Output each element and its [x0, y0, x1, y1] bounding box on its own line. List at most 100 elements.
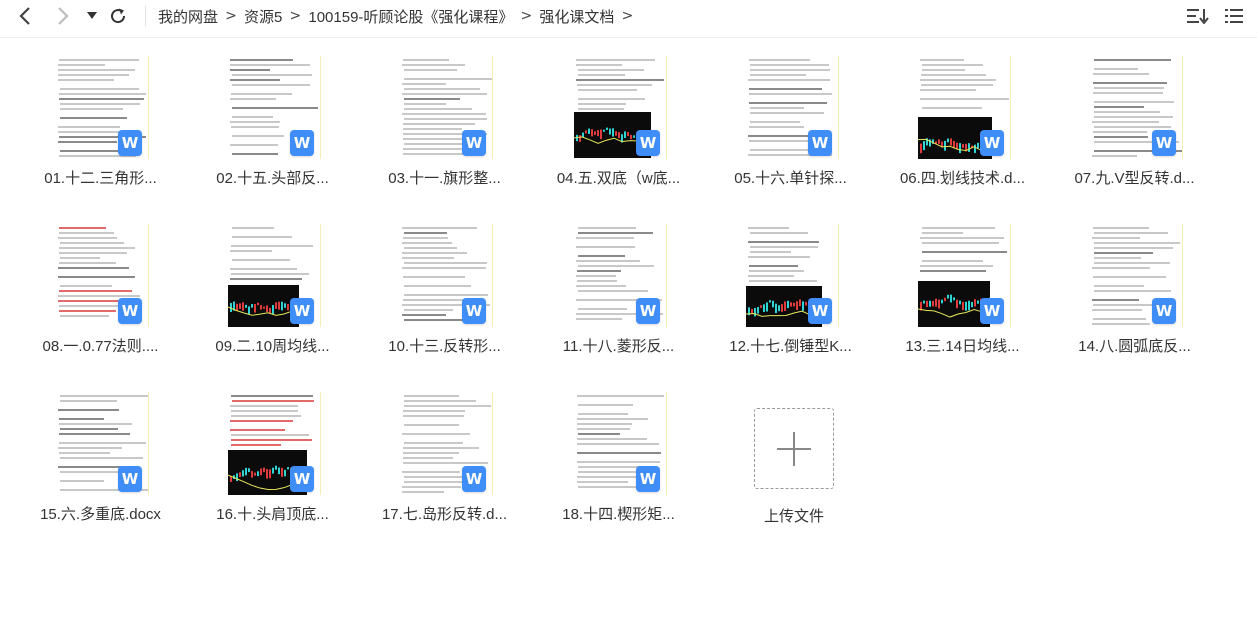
document-text-line	[749, 93, 832, 95]
document-text-line	[58, 295, 140, 297]
document-text-line	[750, 112, 824, 114]
sort-button[interactable]	[1186, 5, 1210, 27]
document-text-line	[576, 237, 634, 239]
document-text-line	[577, 270, 621, 272]
history-dropdown-button[interactable]	[80, 4, 104, 28]
file-item[interactable]: W 15.六.多重底.docx	[18, 392, 183, 552]
document-text-line	[578, 486, 639, 488]
back-button[interactable]	[13, 4, 37, 28]
file-item[interactable]: W 11.十八.菱形反...	[536, 224, 701, 384]
file-name: 02.十五.头部反...	[216, 170, 329, 187]
word-doc-icon: W	[980, 130, 1004, 156]
document-text-line	[750, 232, 808, 234]
document-text-line	[576, 285, 626, 287]
file-item[interactable]: W 18.十四.楔形矩...	[536, 392, 701, 552]
file-name: 13.三.14日均线...	[905, 338, 1020, 355]
document-text-line	[230, 144, 278, 146]
file-name: 03.十一.旗形整...	[388, 170, 501, 187]
file-item[interactable]: W 08.一.0.77法则....	[18, 224, 183, 384]
document-text-line	[58, 74, 129, 76]
file-item[interactable]: W 06.四.划线技术.d...	[880, 56, 1045, 216]
document-text-line	[578, 413, 628, 415]
page-edge-line	[320, 392, 321, 495]
file-name: 01.十二.三角形...	[44, 170, 157, 187]
document-text-line	[58, 69, 135, 71]
document-text-line	[232, 107, 318, 109]
document-text-line	[576, 59, 655, 61]
file-item[interactable]: W 10.十三.反转形...	[362, 224, 527, 384]
document-text-line	[404, 285, 471, 287]
document-text-line	[403, 59, 449, 61]
document-text-line	[60, 88, 139, 90]
document-text-line	[404, 247, 457, 249]
word-doc-icon: W	[808, 130, 832, 156]
view-mode-button[interactable]	[1222, 5, 1246, 27]
document-text-line	[404, 309, 453, 311]
refresh-button[interactable]	[106, 4, 130, 28]
file-item[interactable]: W 07.九.V型反转.d...	[1052, 56, 1217, 216]
file-item[interactable]: W 04.五.双底（w底...	[536, 56, 701, 216]
document-text-line	[60, 242, 124, 244]
document-text-line	[577, 423, 632, 425]
file-item[interactable]: W 09.二.10周均线...	[190, 224, 355, 384]
document-text-line	[59, 59, 139, 61]
list-view-icon	[1225, 9, 1243, 23]
forward-button[interactable]	[51, 4, 75, 28]
document-text-line	[402, 227, 477, 229]
document-text-line	[231, 439, 312, 441]
file-item[interactable]: W 13.三.14日均线...	[880, 224, 1045, 384]
document-text-line	[576, 318, 622, 320]
document-text-line	[1093, 73, 1149, 75]
breadcrumb-item-current[interactable]: 强化课文档	[539, 6, 614, 27]
file-item[interactable]: W 14.八.圆弧底反...	[1052, 224, 1217, 384]
document-text-line	[1094, 257, 1141, 259]
document-text-line	[749, 59, 810, 61]
document-text-line	[402, 252, 467, 254]
document-text-line	[232, 84, 310, 86]
breadcrumb-item-course[interactable]: 100159-听顾论股《强化课程》	[308, 6, 513, 27]
document-text-line	[577, 84, 652, 86]
document-text-line	[403, 299, 468, 301]
document-text-line	[232, 259, 290, 261]
document-text-line	[59, 98, 144, 100]
file-name: 18.十四.楔形矩...	[562, 506, 675, 523]
chevron-right-icon	[58, 7, 69, 25]
document-text-line	[59, 262, 116, 264]
document-text-line	[920, 265, 993, 267]
file-item[interactable]: W 01.十二.三角形...	[18, 56, 183, 216]
document-text-line	[748, 227, 789, 229]
page-edge-line	[838, 56, 839, 159]
document-text-line	[60, 480, 104, 482]
document-text-line	[402, 83, 446, 85]
toolbar-divider	[145, 6, 146, 26]
file-name: 08.一.0.77法则....	[42, 338, 159, 355]
document-text-line	[402, 433, 470, 435]
document-text-line	[402, 64, 465, 66]
breadcrumb-item-root[interactable]: 我的网盘	[158, 6, 218, 27]
document-text-line	[1093, 82, 1167, 84]
document-text-line	[1094, 68, 1138, 70]
page-edge-line	[148, 56, 149, 159]
document-text-line	[403, 128, 462, 130]
document-text-line	[749, 102, 827, 104]
file-item[interactable]: W 16.十.头肩顶底...	[190, 392, 355, 552]
word-doc-icon: W	[118, 298, 142, 324]
word-doc-icon: W	[636, 130, 660, 156]
document-text-line	[60, 117, 127, 119]
file-item[interactable]: W 17.七.岛形反转.d...	[362, 392, 527, 552]
document-text-line	[578, 89, 637, 91]
file-item[interactable]: W 02.十五.头部反...	[190, 56, 355, 216]
breadcrumb-item-resource[interactable]: 资源5	[244, 6, 282, 27]
document-text-line	[59, 418, 104, 420]
file-name: 07.九.V型反转.d...	[1074, 170, 1195, 187]
document-text-line	[404, 118, 487, 120]
upload-file-button[interactable]	[754, 408, 834, 489]
document-text-line	[921, 74, 986, 76]
document-text-line	[230, 278, 302, 280]
file-item[interactable]: W 05.十六.单针探...	[708, 56, 873, 216]
document-text-line	[578, 98, 645, 100]
file-item[interactable]: W 12.十七.倒锤型K...	[708, 224, 873, 384]
file-item[interactable]: W 03.十一.旗形整...	[362, 56, 527, 216]
word-doc-icon: W	[636, 466, 660, 492]
page-edge-line	[666, 392, 667, 495]
